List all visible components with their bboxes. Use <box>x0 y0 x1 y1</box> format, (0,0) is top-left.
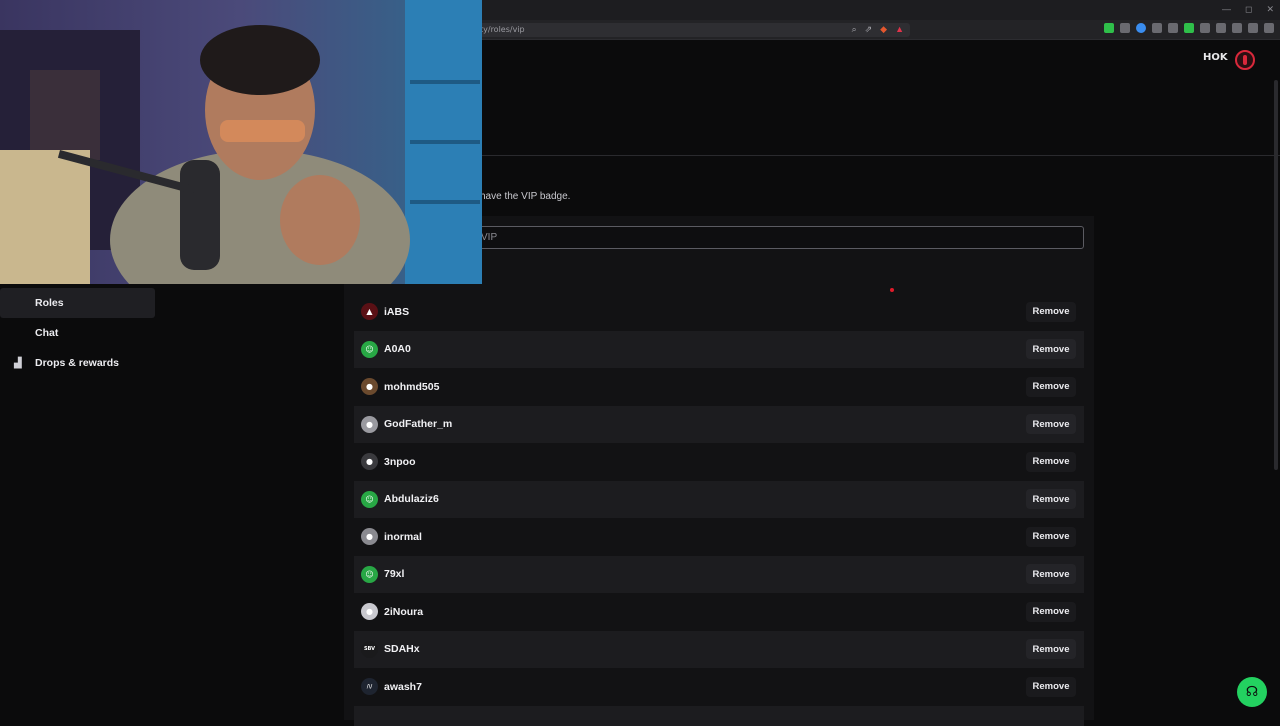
headset-icon: ☊ <box>1245 684 1259 700</box>
scrollbar[interactable] <box>1274 40 1279 720</box>
extension-icon[interactable] <box>1104 23 1114 33</box>
user-avatar: ▲ <box>361 303 378 320</box>
zoom-icon[interactable]: ⌕ <box>852 24 857 35</box>
user-avatar: ☺ <box>361 340 378 358</box>
sidebar-item-chat[interactable]: Chat <box>0 318 155 348</box>
username[interactable]: Abdulaziz6 <box>384 493 439 505</box>
cursor-marker <box>890 288 894 292</box>
username[interactable]: 3npoo <box>384 456 416 468</box>
username[interactable]: awash7 <box>384 681 422 693</box>
search-value: VIP <box>481 232 498 243</box>
remove-button[interactable]: Remove <box>1026 489 1076 509</box>
extension-icon[interactable] <box>1136 23 1146 33</box>
extension-icon[interactable] <box>1248 23 1258 33</box>
profile-avatar[interactable] <box>1235 50 1255 70</box>
vip-user-row: ● GodFather_m Remove <box>354 405 1084 443</box>
header-logo-icon[interactable]: HOK <box>1203 52 1228 66</box>
vip-user-row: ● 3npoo Remove <box>354 443 1084 480</box>
remove-button[interactable]: Remove <box>1026 414 1076 434</box>
username[interactable]: 79xl <box>384 568 404 580</box>
search-input[interactable]: VIP <box>472 226 1084 249</box>
vip-user-row: ● 2iNoura Remove <box>354 593 1084 630</box>
user-avatar: ● <box>361 528 378 545</box>
help-button[interactable]: ☊ <box>1237 677 1267 707</box>
extension-icon[interactable] <box>1152 23 1162 33</box>
close-icon[interactable]: ✕ <box>1266 4 1274 15</box>
remove-button[interactable]: Remove <box>1026 676 1076 697</box>
extension-icon[interactable] <box>1120 23 1130 33</box>
scrollbar-thumb[interactable] <box>1274 80 1278 470</box>
extension-icon[interactable] <box>1216 23 1226 33</box>
sidebar-item-label: Drops & rewards <box>35 357 120 369</box>
menu-icon[interactable] <box>1264 23 1274 33</box>
vip-user-row: ● inormal Remove <box>354 518 1084 555</box>
sidebar-item-roles[interactable]: Roles <box>0 288 155 318</box>
username[interactable]: A0A0 <box>384 343 411 355</box>
url-field[interactable]: ty/roles/vip ⌕ ⇗ ◆ ▲ <box>470 23 910 37</box>
user-avatar: /\/ <box>361 678 378 695</box>
user-avatar: ● <box>361 603 378 620</box>
alert-icon[interactable]: ▲ <box>895 24 904 35</box>
share-icon[interactable]: ⇗ <box>865 24 873 35</box>
vip-user-row <box>354 705 1084 726</box>
username[interactable]: SDAHx <box>384 643 420 655</box>
remove-button[interactable]: Remove <box>1026 526 1076 547</box>
user-avatar: ● <box>361 453 378 470</box>
username[interactable]: iABS <box>384 306 409 318</box>
sidebar-item-label: Chat <box>35 327 59 339</box>
url-actions: ⌕ ⇗ ◆ ▲ <box>852 24 904 35</box>
vip-user-row: ☺ 79xl Remove <box>354 555 1084 593</box>
maximize-icon[interactable]: ◻ <box>1245 4 1252 15</box>
sidebar-item-drops-rewards[interactable]: ▟ Drops & rewards <box>0 348 155 378</box>
url-text: ty/roles/vip <box>480 25 525 34</box>
vip-user-row: ● mohmd505 Remove <box>354 368 1084 405</box>
page-description: have the VIP badge. <box>480 191 571 202</box>
user-avatar: ☺ <box>361 565 378 583</box>
user-avatar: ● <box>361 378 378 395</box>
user-avatar: ● <box>361 415 378 433</box>
user-avatar: ☺ <box>361 490 378 508</box>
vip-user-row: SBV SDAHx Remove <box>354 630 1084 668</box>
remove-button[interactable]: Remove <box>1026 639 1076 659</box>
username[interactable]: mohmd505 <box>384 381 439 393</box>
user-avatar: SBV <box>361 640 378 658</box>
remove-button[interactable]: Remove <box>1026 339 1076 359</box>
vip-user-row: ☺ A0A0 Remove <box>354 330 1084 368</box>
remove-button[interactable]: Remove <box>1026 564 1076 584</box>
shield-icon[interactable]: ◆ <box>880 24 887 35</box>
extensions-bar <box>1104 23 1274 33</box>
remove-button[interactable]: Remove <box>1026 451 1076 472</box>
gift-icon: ▟ <box>14 357 22 369</box>
extension-icon[interactable] <box>1184 23 1194 33</box>
username[interactable]: inormal <box>384 531 422 543</box>
vip-user-row: ☺ Abdulaziz6 Remove <box>354 480 1084 518</box>
remove-button[interactable]: Remove <box>1026 601 1076 622</box>
webcam-overlay <box>0 0 482 284</box>
vip-user-row: /\/ awash7 Remove <box>354 668 1084 705</box>
remove-button[interactable]: Remove <box>1026 376 1076 397</box>
webcam-video <box>0 0 482 284</box>
vip-user-row: ▲ iABS Remove <box>354 293 1084 330</box>
extension-icon[interactable] <box>1232 23 1242 33</box>
extension-icon[interactable] <box>1200 23 1210 33</box>
minimize-icon[interactable]: — <box>1222 4 1231 15</box>
sidebar-item-label: Roles <box>35 297 64 309</box>
extension-icon[interactable] <box>1168 23 1178 33</box>
username[interactable]: GodFather_m <box>384 418 452 430</box>
sidebar: Roles Chat ▟ Drops & rewards <box>0 284 344 720</box>
remove-button[interactable]: Remove <box>1026 301 1076 322</box>
window-controls: — ◻ ✕ <box>1222 4 1274 15</box>
username[interactable]: 2iNoura <box>384 606 423 618</box>
